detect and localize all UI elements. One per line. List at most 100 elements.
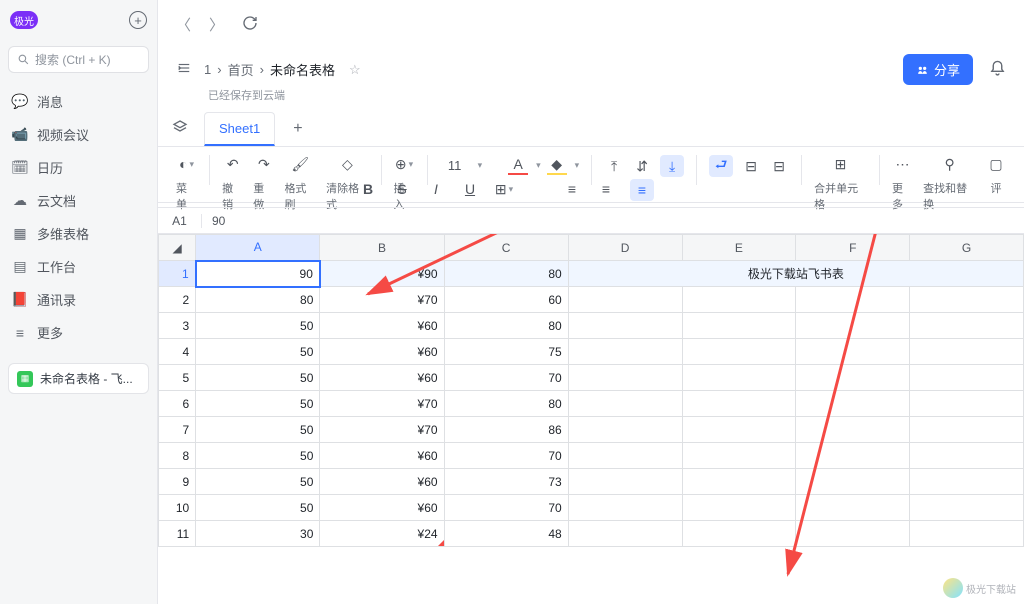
cell[interactable]: 48 — [444, 521, 568, 547]
cell[interactable] — [910, 469, 1024, 495]
font-size-input[interactable] — [440, 158, 470, 173]
cell[interactable] — [682, 521, 796, 547]
row-header[interactable]: 6 — [159, 391, 196, 417]
refresh-button[interactable] — [242, 15, 258, 34]
open-doc-item[interactable]: ▦ 未命名表格 - 飞... — [8, 363, 149, 394]
underline-button[interactable]: U — [460, 179, 480, 199]
cell[interactable]: 60 — [444, 287, 568, 313]
row-header[interactable]: 10 — [159, 495, 196, 521]
cell[interactable]: 50 — [196, 391, 320, 417]
cell[interactable]: 73 — [444, 469, 568, 495]
cell[interactable]: 70 — [444, 365, 568, 391]
undo-button[interactable]: ↶ — [223, 154, 243, 174]
row-header[interactable]: 1 — [159, 261, 196, 287]
cell[interactable] — [568, 287, 682, 313]
cell[interactable] — [682, 495, 796, 521]
col-header[interactable]: C — [444, 235, 568, 261]
cell[interactable] — [682, 339, 796, 365]
merged-cell[interactable]: 极光下载站飞书表 — [568, 261, 1023, 287]
sheet-tab[interactable]: Sheet1 — [204, 112, 275, 146]
cell[interactable] — [910, 417, 1024, 443]
cell[interactable]: 80 — [444, 261, 568, 287]
cell[interactable]: 50 — [196, 495, 320, 521]
clear-format-button[interactable]: ◇ — [337, 154, 357, 174]
cell[interactable] — [796, 417, 910, 443]
cell[interactable]: 80 — [196, 287, 320, 313]
row-header[interactable]: 3 — [159, 313, 196, 339]
cell[interactable]: 50 — [196, 313, 320, 339]
cell[interactable]: ¥70 — [320, 417, 444, 443]
cell[interactable] — [796, 443, 910, 469]
wrap-button[interactable]: ⮐ — [709, 155, 733, 177]
cell[interactable] — [796, 313, 910, 339]
cell[interactable] — [796, 365, 910, 391]
breadcrumb-item[interactable]: 首页 — [228, 60, 254, 79]
cell[interactable] — [568, 339, 682, 365]
halign-right-button[interactable]: ⊟ — [769, 156, 789, 176]
cell[interactable]: 90 — [196, 261, 320, 287]
cell[interactable]: 75 — [444, 339, 568, 365]
cell[interactable] — [682, 417, 796, 443]
breadcrumb-item[interactable]: 1 — [204, 62, 211, 77]
cell[interactable]: 86 — [444, 417, 568, 443]
col-header[interactable]: A — [196, 235, 320, 261]
cell[interactable]: ¥70 — [320, 287, 444, 313]
cell[interactable]: ¥90 — [320, 261, 444, 287]
cell[interactable]: ¥60 — [320, 339, 444, 365]
col-header[interactable]: F — [796, 235, 910, 261]
cell[interactable]: 50 — [196, 339, 320, 365]
cell[interactable] — [910, 495, 1024, 521]
valign-middle-button[interactable]: ⇵ — [632, 156, 652, 176]
cell[interactable] — [796, 521, 910, 547]
cell[interactable] — [568, 365, 682, 391]
cell[interactable] — [682, 443, 796, 469]
cell[interactable]: 80 — [444, 313, 568, 339]
fill-color-button[interactable]: ◆ — [547, 155, 567, 175]
merge-cells-button[interactable]: ⊞ — [831, 154, 851, 174]
cell[interactable]: 70 — [444, 443, 568, 469]
cell[interactable]: 50 — [196, 469, 320, 495]
align-right-button[interactable]: ≡ — [630, 179, 654, 201]
nav-messages[interactable]: 💬消息 — [0, 85, 157, 118]
cell[interactable] — [568, 417, 682, 443]
search-input[interactable]: 搜索 (Ctrl + K) — [8, 46, 149, 73]
cell[interactable]: ¥60 — [320, 365, 444, 391]
cell[interactable]: 30 — [196, 521, 320, 547]
add-sheet-button[interactable]: + — [285, 116, 310, 142]
more-button[interactable]: ⋯ — [893, 154, 913, 174]
cell[interactable]: 50 — [196, 417, 320, 443]
cell[interactable] — [796, 339, 910, 365]
find-replace-button[interactable]: ⚲ — [940, 154, 960, 174]
nav-contacts[interactable]: 📕通讯录 — [0, 283, 157, 316]
cell[interactable] — [910, 391, 1024, 417]
bold-button[interactable]: B — [358, 179, 378, 199]
cell[interactable]: ¥60 — [320, 443, 444, 469]
valign-bottom-button[interactable]: ⤓ — [660, 155, 684, 177]
nav-calendar[interactable]: 🗓日历 — [0, 151, 157, 184]
cell[interactable]: 70 — [444, 495, 568, 521]
cell[interactable] — [910, 287, 1024, 313]
cell[interactable]: ¥24 — [320, 521, 444, 547]
bell-icon[interactable] — [989, 60, 1006, 80]
cell-value[interactable]: 90 — [202, 214, 235, 228]
app-logo[interactable]: 极光 — [10, 11, 38, 29]
share-button[interactable]: 分享 — [903, 54, 973, 85]
back-button[interactable]: 〈 — [176, 14, 191, 35]
cell[interactable] — [796, 495, 910, 521]
col-header[interactable]: D — [568, 235, 682, 261]
cell[interactable] — [682, 391, 796, 417]
cell[interactable] — [796, 391, 910, 417]
cell[interactable]: 50 — [196, 443, 320, 469]
cell[interactable]: ¥70 — [320, 391, 444, 417]
format-painter-button[interactable]: 🖌 — [290, 154, 310, 174]
star-icon[interactable]: ☆ — [349, 62, 361, 78]
cell[interactable] — [682, 287, 796, 313]
cell[interactable]: ¥60 — [320, 313, 444, 339]
cell[interactable] — [910, 339, 1024, 365]
cell[interactable] — [568, 469, 682, 495]
insert-button[interactable]: ⊕▾ — [394, 154, 414, 174]
cell[interactable] — [568, 495, 682, 521]
cell[interactable] — [910, 521, 1024, 547]
toggle-sidebar-icon[interactable] — [176, 61, 192, 78]
halign-left-button[interactable]: ⊟ — [741, 156, 761, 176]
